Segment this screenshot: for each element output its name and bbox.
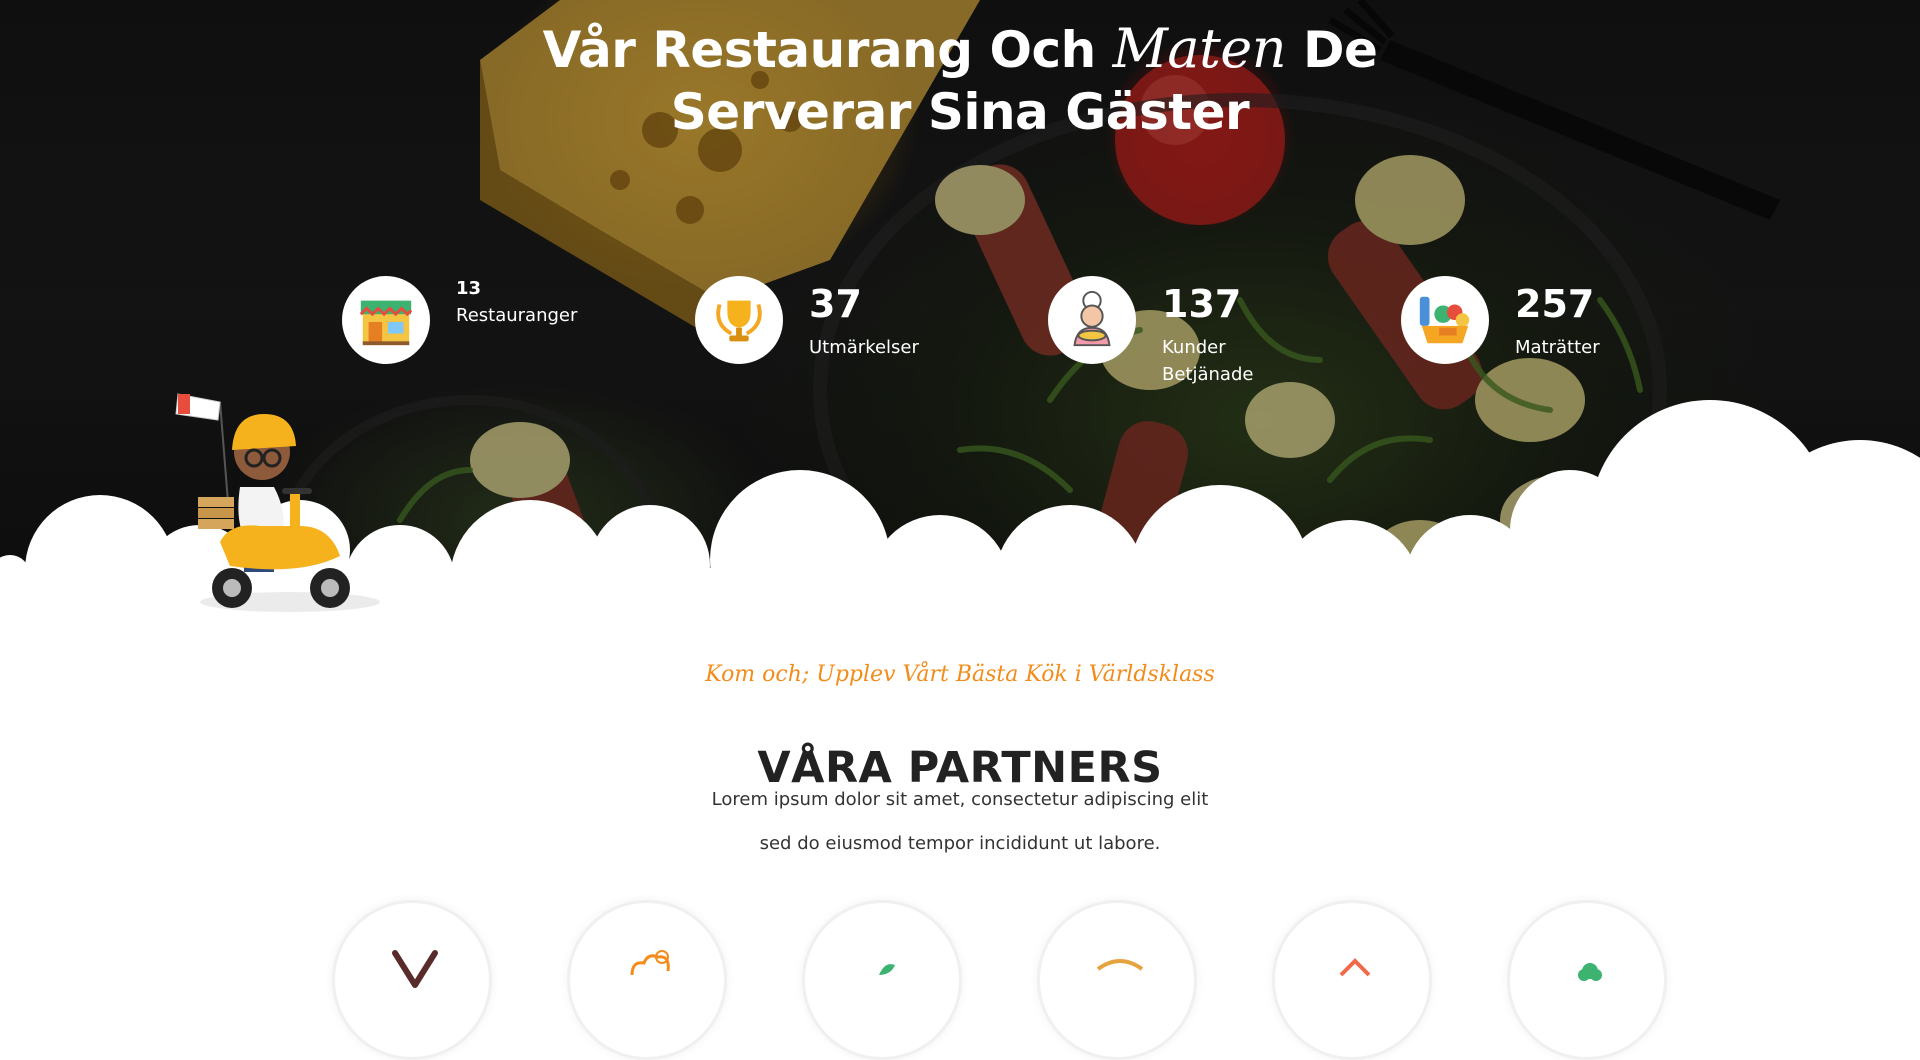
partner-logo-5[interactable] [1272, 900, 1432, 1060]
stat-label: Restauranger [456, 305, 578, 326]
broccoli-logo-icon [1578, 963, 1602, 981]
stat-restaurants: 13 Restauranger [342, 276, 602, 386]
stat-label: Kunder Betjänade [1162, 337, 1254, 385]
partner-logo-1[interactable] [332, 900, 492, 1060]
hero-title-line1-start: Vår Restaurang Och [542, 20, 1097, 79]
partner-logo-2[interactable] [567, 900, 727, 1060]
delivery-scooter-illustration [175, 393, 380, 612]
stat-number: 13 [456, 278, 482, 299]
restaurant-storefront-icon [342, 276, 430, 364]
stat-dishes: 257 Maträtter [1401, 276, 1661, 386]
restaurant-badge-logo-icon [1096, 959, 1144, 971]
section-description-line2: sed do eiusmod tempor incididunt ut labo… [759, 833, 1161, 854]
stat-number: 257 [1515, 282, 1595, 326]
stat-label: Maträtter [1515, 337, 1600, 358]
stat-customers: 137 Kunder Betjänade [1048, 276, 1308, 386]
hero-title-script-word: Maten [1112, 16, 1287, 80]
partner-logo-6[interactable] [1507, 900, 1667, 1060]
chef-icon [1048, 276, 1136, 364]
utensils-logo-icon [392, 950, 438, 988]
food-basket-icon [1401, 276, 1489, 364]
stat-number: 37 [809, 282, 862, 326]
trophy-icon [695, 276, 783, 364]
partner-logo-3[interactable] [802, 900, 962, 1060]
house-logo-icon [1339, 958, 1371, 977]
section-kicker: Kom och; Upplev Vårt Bästa Kök i Världsk… [705, 662, 1215, 687]
stat-number: 137 [1162, 282, 1242, 326]
section-description: Lorem ipsum dolor sit amet, consectetur … [610, 778, 1310, 866]
stat-awards: 37 Utmärkelser [695, 276, 955, 386]
partner-logo-4[interactable] [1037, 900, 1197, 1060]
stat-label: Utmärkelser [809, 337, 919, 358]
hero-title: Vår Restaurang Och Maten De Serverar Sin… [460, 16, 1460, 143]
section-description-line1: Lorem ipsum dolor sit amet, consectetur … [711, 789, 1209, 810]
leaf-logo-icon [879, 964, 895, 975]
chef-hat-logo-icon [630, 950, 670, 976]
hero-title-line2: Serverar Sina Gäster [670, 82, 1250, 141]
hero-title-line1-end: De [1302, 20, 1378, 79]
